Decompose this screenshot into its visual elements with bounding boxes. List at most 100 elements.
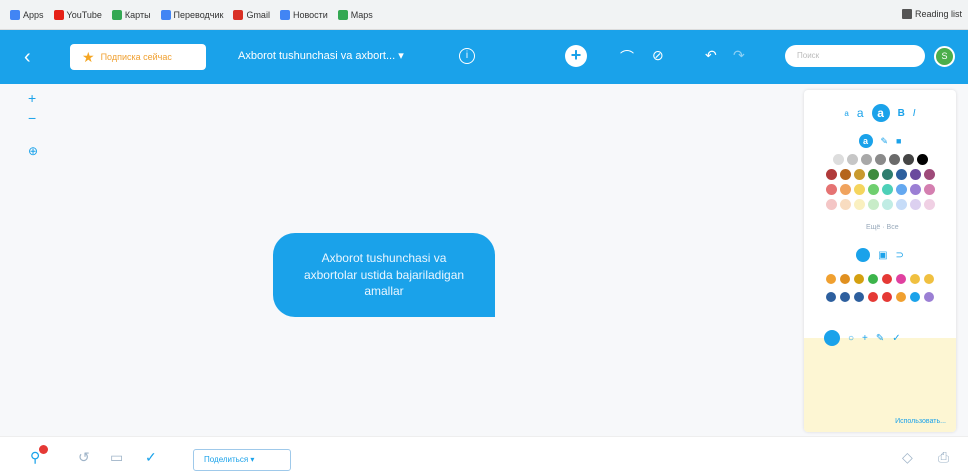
relationship-icon[interactable]: ⌒ <box>620 47 634 67</box>
info-icon[interactable]: i <box>459 48 475 64</box>
format-panel: a a a B I a ✎ ■ Ещё · Все ▣ ⊃ ○ + ✎ ✓ Ис… <box>804 90 956 432</box>
use-link[interactable]: Использовать... <box>895 418 946 425</box>
marker-icon[interactable] <box>882 274 892 284</box>
bookmark-apps[interactable]: Apps <box>10 9 44 20</box>
color-swatch[interactable] <box>895 199 907 210</box>
bookmark-youtube[interactable]: YouTube <box>53 9 102 20</box>
marker-icon[interactable] <box>854 274 864 284</box>
color-swatch[interactable] <box>867 199 879 210</box>
bookmark-news[interactable]: Новости <box>279 9 328 20</box>
marker-icon[interactable] <box>924 274 934 284</box>
pen-icon[interactable]: ✎ <box>876 333 884 344</box>
chat-icon[interactable]: ◇ <box>902 449 913 466</box>
marker-icon[interactable] <box>882 292 892 302</box>
color-swatch[interactable] <box>867 184 879 195</box>
color-swatch[interactable] <box>881 199 893 210</box>
color-swatch[interactable] <box>923 184 935 195</box>
zoom-out-button[interactable]: − <box>28 110 36 126</box>
marker-icon[interactable] <box>826 274 836 284</box>
plus-small-icon[interactable]: + <box>862 333 868 344</box>
marker-icon[interactable] <box>826 292 836 302</box>
color-swatch[interactable] <box>923 199 935 210</box>
history-icon[interactable]: ↺ <box>78 449 90 466</box>
circle-outline-icon[interactable]: ○ <box>848 333 854 344</box>
color-swatch[interactable] <box>860 154 872 165</box>
map-title-dropdown[interactable]: Axborot tushunchasi va axbort... ▾ <box>238 49 404 62</box>
undo-icon[interactable]: ↶ <box>705 47 717 64</box>
text-color-tab[interactable]: a <box>858 134 873 148</box>
marker-icon[interactable] <box>910 274 920 284</box>
color-swatch[interactable] <box>853 169 865 180</box>
color-swatch[interactable] <box>916 154 928 165</box>
bold-button[interactable]: B <box>898 108 905 119</box>
color-swatch[interactable] <box>825 184 837 195</box>
no-entry-icon[interactable]: ⊘ <box>652 47 664 64</box>
marker-icon[interactable] <box>896 274 906 284</box>
add-node-button[interactable]: + <box>565 45 587 67</box>
marker-icon[interactable] <box>924 292 934 302</box>
bookmark-gmail[interactable]: Gmail <box>233 9 270 20</box>
bookmark-translate[interactable]: Переводчик <box>160 9 223 20</box>
color-swatch[interactable] <box>874 154 886 165</box>
font-large-button[interactable]: a <box>871 104 890 122</box>
more-colors-link[interactable]: Ещё · Все <box>866 224 899 231</box>
icon-row-1 <box>804 274 956 284</box>
bookmark-maps[interactable]: Maps <box>337 9 373 20</box>
color-swatch[interactable] <box>839 199 851 210</box>
redo-icon[interactable]: ↷ <box>733 47 745 64</box>
zoom-in-button[interactable]: + <box>28 90 36 106</box>
color-swatch[interactable] <box>888 154 900 165</box>
subscribe-button[interactable]: ★ Подписка сейчас <box>70 44 206 70</box>
marker-icon[interactable] <box>840 274 850 284</box>
color-swatch[interactable] <box>909 199 921 210</box>
back-icon[interactable]: ‹ <box>24 47 31 67</box>
color-swatch[interactable] <box>895 169 907 180</box>
marker-icon[interactable] <box>910 292 920 302</box>
image-icon[interactable]: ▣ <box>878 250 887 261</box>
font-small-button[interactable]: a <box>844 109 848 118</box>
central-node[interactable]: Axborot tushunchasi va axbortolar ustida… <box>273 233 495 317</box>
fill-tab[interactable]: ■ <box>896 136 901 146</box>
comment-icon[interactable]: ▭ <box>110 449 123 466</box>
style-selected-icon[interactable] <box>824 330 840 346</box>
check-icon[interactable]: ✓ <box>145 449 157 466</box>
center-map-icon[interactable]: ⊕ <box>28 144 38 158</box>
color-swatch[interactable] <box>839 169 851 180</box>
news-icon <box>279 9 290 20</box>
color-swatch[interactable] <box>881 169 893 180</box>
print-icon[interactable]: ⎙ <box>938 449 949 466</box>
style-row: ○ + ✎ ✓ <box>804 330 956 346</box>
color-swatch[interactable] <box>923 169 935 180</box>
link-icon[interactable]: ⊃ <box>896 250 904 261</box>
color-swatch[interactable] <box>895 184 907 195</box>
marker-icon[interactable] <box>896 292 906 302</box>
color-swatch[interactable] <box>909 169 921 180</box>
marker-icon[interactable] <box>840 292 850 302</box>
marker-icon[interactable] <box>868 292 878 302</box>
search-input[interactable]: Поиск <box>785 45 925 67</box>
color-swatch[interactable] <box>909 184 921 195</box>
color-swatch[interactable] <box>846 154 858 165</box>
color-swatch[interactable] <box>867 169 879 180</box>
color-swatch[interactable] <box>853 199 865 210</box>
marker-icon[interactable] <box>868 274 878 284</box>
bookmark-maps-ru[interactable]: Карты <box>111 9 151 20</box>
color-swatch[interactable] <box>825 199 837 210</box>
share-dropdown[interactable]: Поделиться ▾ <box>193 449 291 471</box>
color-swatch[interactable] <box>839 184 851 195</box>
youtube-icon <box>53 9 64 20</box>
color-swatch[interactable] <box>832 154 844 165</box>
avatar[interactable]: S <box>934 46 955 67</box>
reading-list[interactable]: Reading list <box>901 9 962 19</box>
check-small-icon[interactable]: ✓ <box>892 333 900 344</box>
color-row <box>804 169 956 180</box>
font-medium-button[interactable]: a <box>857 106 864 120</box>
marker-icon[interactable] <box>854 292 864 302</box>
italic-button[interactable]: I <box>913 108 916 119</box>
color-swatch[interactable] <box>853 184 865 195</box>
shape-circle-tab[interactable] <box>856 248 871 262</box>
color-swatch[interactable] <box>881 184 893 195</box>
color-swatch[interactable] <box>825 169 837 180</box>
highlight-tab[interactable]: ✎ <box>881 136 889 147</box>
color-swatch[interactable] <box>902 154 914 165</box>
